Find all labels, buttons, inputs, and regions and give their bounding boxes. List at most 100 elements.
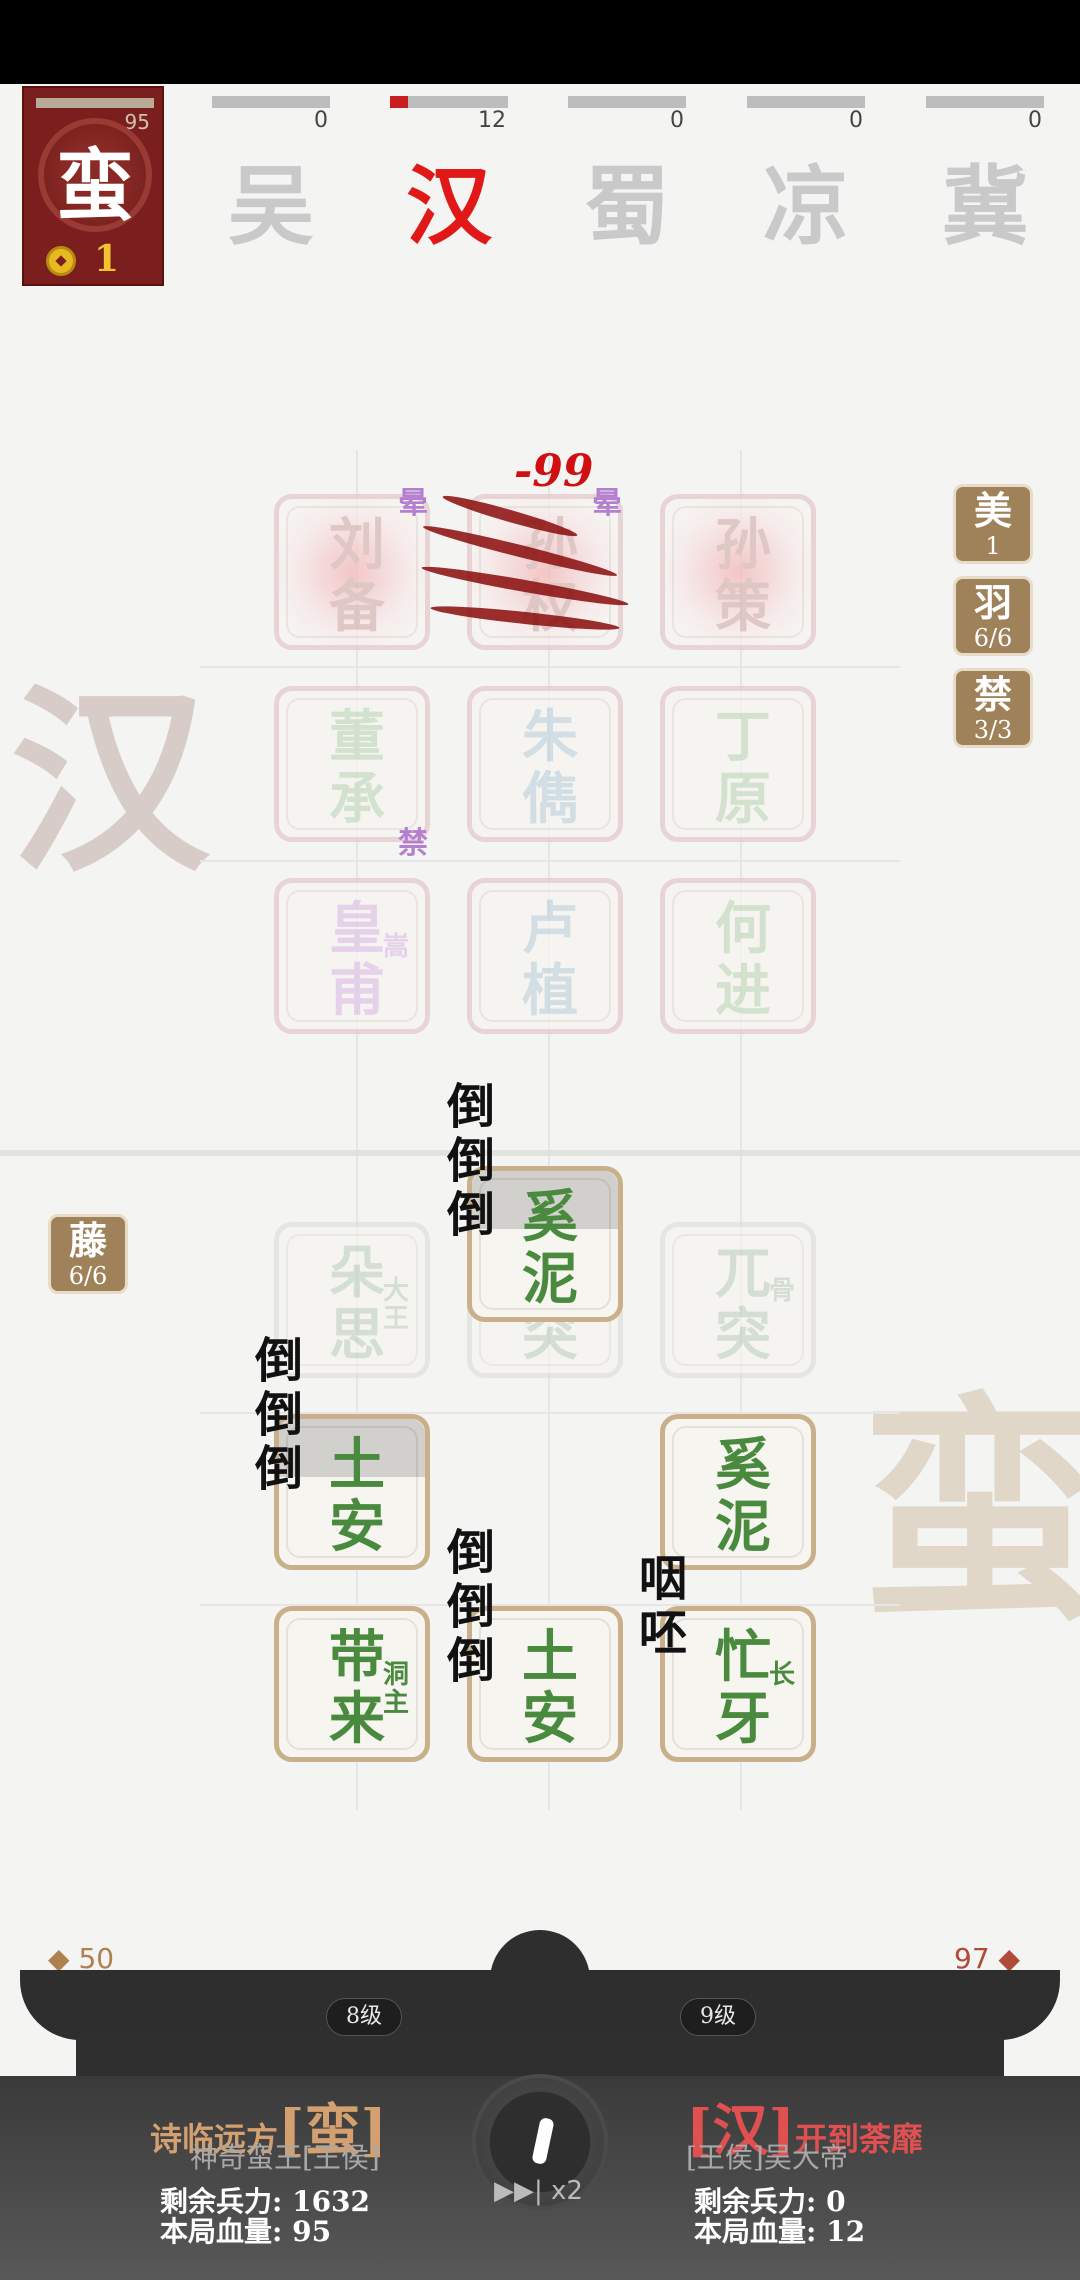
- faction-value: 0: [670, 108, 684, 133]
- tile-char-2: 突: [715, 1302, 771, 1368]
- enemy-tile-huangfusong[interactable]: 皇 甫 嵩: [274, 878, 430, 1034]
- left-player-name: 神奇蛮王[王侯]: [190, 2141, 380, 2174]
- faction-hp-bar: [747, 96, 865, 108]
- tile-char-1: 何: [715, 896, 771, 962]
- status-bar: [0, 0, 1080, 84]
- ally-tile-dailai[interactable]: 带 来 洞主: [274, 1606, 430, 1762]
- left-level-badge: 8级: [326, 1998, 402, 2036]
- faction-name: 凉: [763, 156, 849, 257]
- enemy-tile-zhujun[interactable]: 朱 儁: [467, 686, 623, 842]
- badge-value: 1: [985, 532, 1001, 560]
- tile-char-1: 丁: [715, 704, 771, 770]
- faction-name: 冀: [942, 156, 1028, 257]
- tile-char-2: 泥: [715, 1494, 771, 1560]
- tile-char-1: 皇: [329, 896, 385, 962]
- hp-label: 本局血量:: [694, 2215, 817, 2248]
- player-glyph: 蛮: [55, 141, 134, 232]
- buff-badge-mei[interactable]: 美 1: [953, 484, 1033, 564]
- ally-tile-xini-right[interactable]: 奚 泥: [660, 1414, 816, 1570]
- tile-char-1: 董: [329, 704, 385, 770]
- ally-tile-wutugu[interactable]: 兀 突 骨: [660, 1222, 816, 1378]
- stun-tag: 晕: [398, 486, 428, 521]
- player-hp-bar: [36, 98, 154, 108]
- tile-char-1: 朱: [522, 704, 578, 770]
- tile-subtitle: 洞主: [382, 1660, 409, 1718]
- faction-value: 0: [1028, 108, 1042, 133]
- coin-icon: [46, 246, 76, 276]
- faction-tab-liang[interactable]: 0 凉: [747, 96, 865, 257]
- shout-effect-text: 咽呸: [638, 1551, 687, 1661]
- dial-needle-icon: [531, 2117, 555, 2165]
- tile-char-2: 原: [715, 766, 771, 832]
- tile-char-2: 备: [329, 574, 385, 640]
- enemy-tile-hejin[interactable]: 何 进: [660, 878, 816, 1034]
- tile-char-2: 策: [715, 574, 771, 640]
- faction-name: 汉: [406, 156, 492, 257]
- coin-count: 1: [94, 238, 120, 280]
- tile-char-2: 牙: [715, 1686, 771, 1752]
- tile-char-2: 来: [329, 1686, 385, 1752]
- tile-char-1: 刘: [329, 512, 385, 578]
- faction-value: 0: [314, 108, 328, 133]
- badge-label: 藤: [68, 1218, 107, 1263]
- badge-label: 羽: [973, 580, 1012, 625]
- tile-char-2: 植: [522, 958, 578, 1024]
- stun-tag: 晕: [592, 486, 622, 521]
- tile-subtitle: 嵩: [382, 932, 409, 962]
- tile-subtitle: 骨: [768, 1276, 795, 1306]
- buff-badge-yu[interactable]: 羽 6/6: [953, 576, 1033, 656]
- tile-char-2: 安: [329, 1494, 385, 1560]
- buff-badge-teng[interactable]: 藤 6/6: [48, 1214, 128, 1294]
- badge-value: 6/6: [68, 1262, 108, 1290]
- tile-char-2: 泥: [522, 1246, 578, 1312]
- tile-char-1: 孙: [715, 512, 771, 578]
- faction-hp-fill: [390, 96, 408, 108]
- tile-char-1: 带: [329, 1624, 385, 1690]
- tile-char-2: 进: [715, 958, 771, 1024]
- faction-value: 12: [478, 108, 506, 133]
- badge-label: 美: [973, 488, 1012, 533]
- speed-toggle-button[interactable]: ▶▶| x2: [494, 2176, 583, 2206]
- tile-char-1: 卢: [522, 896, 578, 962]
- hp-label: 本局血量:: [160, 2215, 283, 2248]
- tile-char-2: 安: [522, 1686, 578, 1752]
- tile-char-2: 甫: [329, 958, 385, 1024]
- tile-char-1: 奚: [715, 1432, 771, 1498]
- right-level-badge: 9级: [680, 1998, 756, 2036]
- watermark-man: 蛮: [860, 1372, 1080, 1654]
- faction-tab-ji[interactable]: 0 冀: [926, 96, 1044, 257]
- right-player-name: [王侯]吴大帝: [686, 2141, 848, 2174]
- fall-effect-text: 倒倒倒: [254, 1333, 303, 1497]
- player-card[interactable]: 95 蛮 1: [22, 86, 164, 286]
- enemy-tile-dingyuan[interactable]: 丁 原: [660, 686, 816, 842]
- faction-hp-bar: [926, 96, 1044, 108]
- faction-name: 蜀: [584, 156, 670, 257]
- faction-name: 吴: [228, 156, 314, 257]
- damage-number: -99: [514, 446, 594, 497]
- faction-hp-bar: [390, 96, 508, 108]
- fall-effect-text: 倒倒倒: [446, 1079, 495, 1243]
- faction-tab-wu[interactable]: 0 吴: [212, 96, 330, 257]
- badge-value: 3/3: [973, 716, 1013, 744]
- buff-badge-jin[interactable]: 禁 3/3: [953, 668, 1033, 748]
- fall-effect-text: 倒倒倒: [446, 1525, 495, 1689]
- enemy-tile-sunce[interactable]: 孙 策: [660, 494, 816, 650]
- ban-tag: 禁: [398, 826, 428, 861]
- tile-char-2: 儁: [522, 766, 578, 832]
- hp-value: 95: [292, 2215, 332, 2248]
- watermark-han: 汉: [10, 665, 211, 900]
- battlefield-divider: [0, 1150, 1080, 1156]
- tile-subtitle: 大王: [382, 1276, 409, 1334]
- faction-tab-han[interactable]: 12 汉: [390, 96, 508, 257]
- tile-char-1: 兀: [715, 1240, 771, 1306]
- tile-char-1: 朵: [329, 1240, 385, 1306]
- right-hp: 本局血量: 12: [694, 2210, 865, 2250]
- tile-subtitle: 长: [768, 1660, 795, 1690]
- panel-band: [20, 1970, 1060, 2040]
- badge-value: 6/6: [973, 624, 1013, 652]
- enemy-tile-luzhi[interactable]: 卢 植: [467, 878, 623, 1034]
- badge-label: 禁: [973, 672, 1012, 717]
- grid-line: [200, 860, 900, 862]
- faction-value: 0: [849, 108, 863, 133]
- faction-tab-shu[interactable]: 0 蜀: [568, 96, 686, 257]
